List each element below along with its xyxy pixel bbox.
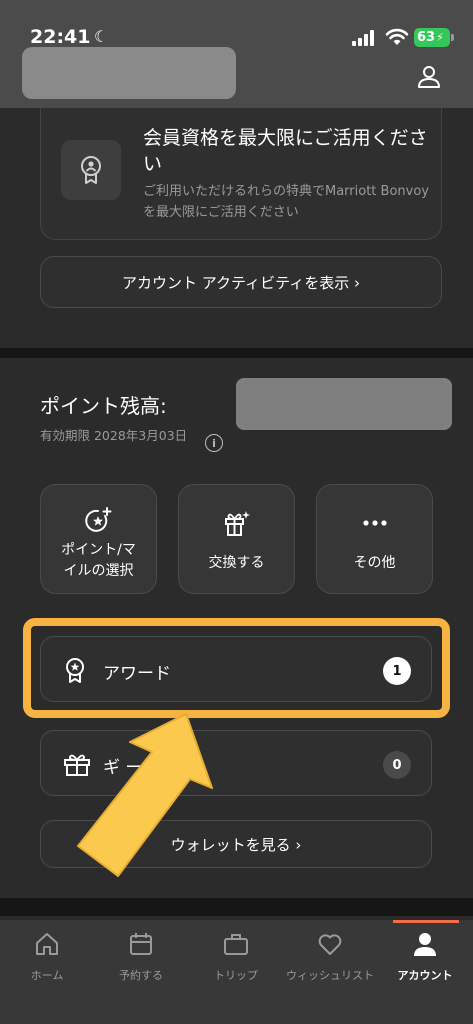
moon-icon: ☾ [94,27,109,46]
tab-label: ウィッシュリスト [286,969,374,982]
tab-label: トリップ [214,969,258,982]
header: 22:41 ☾ 63 ⚡ [0,0,473,108]
tab-home[interactable]: ホーム [0,930,94,990]
annotation-arrow [77,713,213,877]
member-card-title: 会員資格を最大限にご活用ください [143,127,428,175]
blurred-member-name [22,47,236,99]
wifi-icon [385,28,409,45]
tile-label: その他 [353,555,396,571]
tab-wishlist[interactable]: ウィッシュリスト [283,930,377,990]
highlight-box [23,618,450,718]
gift-sparkle-icon [223,509,251,537]
person-icon[interactable] [416,63,442,89]
star-plus-icon [84,507,113,535]
points-expiry: 有効期限 2028年3月03日 [40,428,188,443]
signal-icon [352,30,376,46]
section-divider [0,898,473,916]
tile-label: 交換する [208,555,265,571]
tab-account[interactable]: アカウント [378,930,472,990]
tab-label: ホーム [30,969,64,982]
points-balance-label: ポイント残高: [40,394,167,418]
status-time: 22:41 [30,26,91,48]
gift-card-count-badge: 0 [383,751,411,779]
tab-bar: ホーム 予約する トリップ ウィッシュリスト アカウント [0,920,473,1024]
redeem-tile[interactable]: 交換する [178,484,295,594]
home-icon [36,933,58,955]
blurred-points-value [236,378,452,430]
more-tile[interactable]: その他 [316,484,433,594]
info-icon[interactable]: i [205,434,223,452]
tab-label: アカウント [397,969,453,982]
more-dots-icon [361,509,389,537]
section-divider [0,348,473,358]
tab-label: 予約する [119,969,163,982]
tile-label: ポイント/マイルの選択 [61,542,136,579]
calendar-icon [130,933,152,955]
battery-indicator: 63 ⚡ [414,28,450,47]
tab-book[interactable]: 予約する [94,930,188,990]
account-activity-button[interactable]: アカウント アクティビティを表示 › [40,256,442,308]
battery-tip [451,34,454,41]
tab-trips[interactable]: トリップ [189,930,283,990]
member-card-description: ご利用いただけるれらの特典でMarriott Bonvoyを最大限にご活用くださ… [143,184,429,220]
select-points-miles-tile[interactable]: ポイント/マイルの選択 [40,484,157,594]
heart-icon [318,934,342,955]
medal-icon [61,140,121,200]
member-section: 会員資格を最大限にご活用ください ご利用いただけるれらの特典でMarriott … [0,108,473,348]
briefcase-icon [224,934,248,955]
active-tab-indicator [393,920,459,923]
member-benefits-card[interactable]: 会員資格を最大限にご活用ください ご利用いただけるれらの特典でMarriott … [40,108,442,240]
account-icon [414,933,436,956]
